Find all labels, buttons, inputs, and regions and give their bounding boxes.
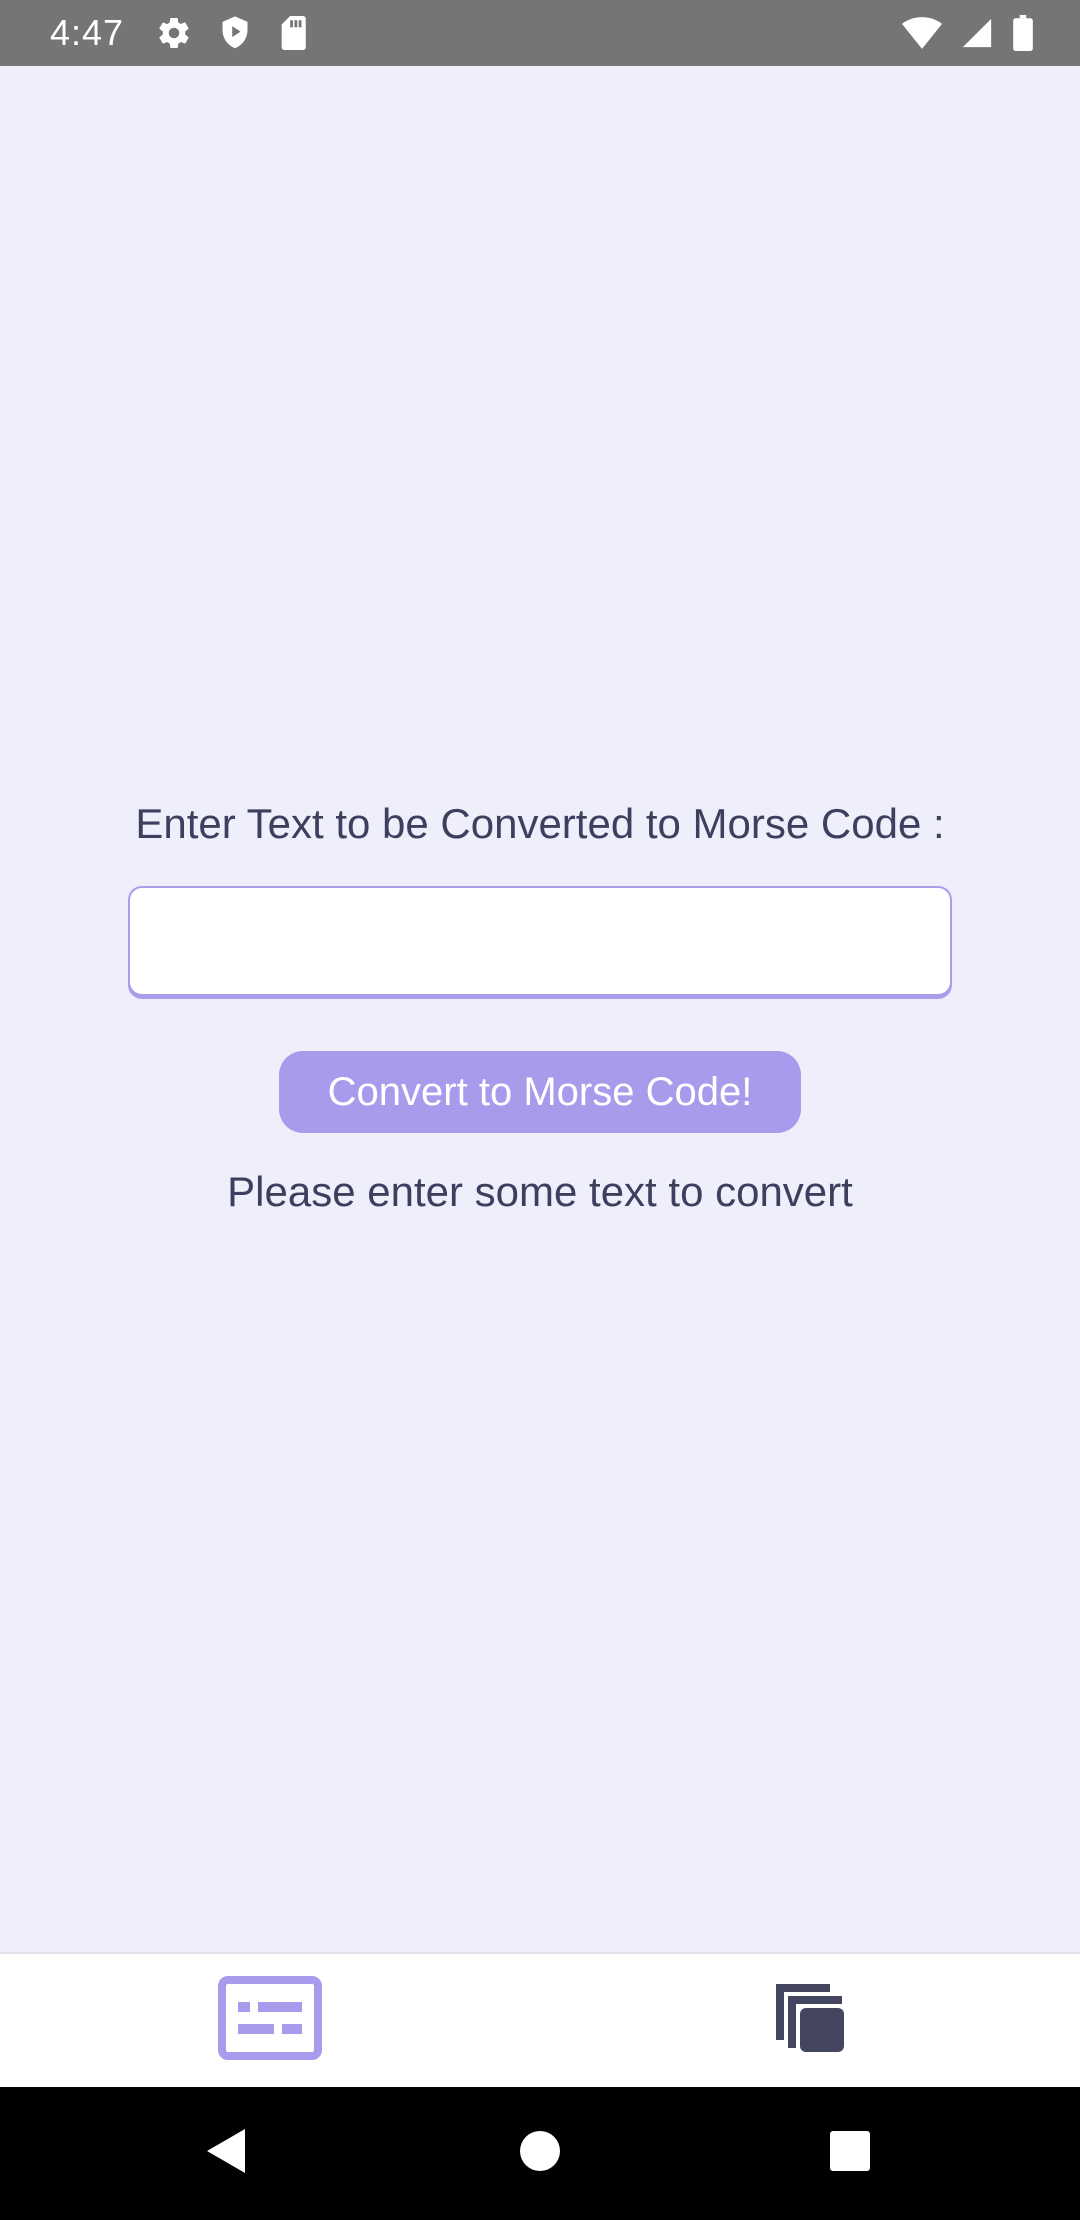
recents-button[interactable]: [790, 2087, 910, 2220]
recents-icon: [829, 2130, 871, 2177]
battery-icon: [1012, 15, 1034, 51]
copy-icon: [772, 1980, 848, 2061]
home-button[interactable]: [480, 2087, 600, 2220]
tab-copy[interactable]: [540, 1954, 1080, 2087]
wifi-icon: [902, 17, 942, 49]
gear-icon: [156, 15, 192, 51]
status-icons-left: [156, 15, 308, 51]
converter-screen: Enter Text to be Converted to Morse Code…: [0, 66, 1080, 1952]
home-icon: [518, 2129, 562, 2178]
bottom-tab-bar: [0, 1952, 1080, 2087]
status-icons-right: [902, 0, 1034, 66]
back-button[interactable]: [166, 2087, 286, 2220]
status-bar: 4:47: [0, 0, 1080, 66]
status-time: 4:47: [50, 12, 125, 53]
convert-button[interactable]: Convert to Morse Code!: [279, 1051, 801, 1133]
screen: 4:47 Enter Text to be Converted to Morse…: [0, 0, 1080, 2220]
result-text: Please enter some text to convert: [227, 1168, 853, 1215]
prompt-label: Enter Text to be Converted to Morse Code…: [135, 800, 945, 847]
cell-signal-icon: [960, 16, 994, 50]
shield-icon: [218, 15, 252, 51]
system-nav-bar: [0, 2087, 1080, 2220]
morse-text-icon: [218, 1976, 322, 2065]
text-input[interactable]: [128, 886, 952, 996]
tab-morse-converter[interactable]: [0, 1954, 540, 2087]
sd-card-icon: [278, 16, 308, 50]
back-icon: [205, 2127, 247, 2180]
